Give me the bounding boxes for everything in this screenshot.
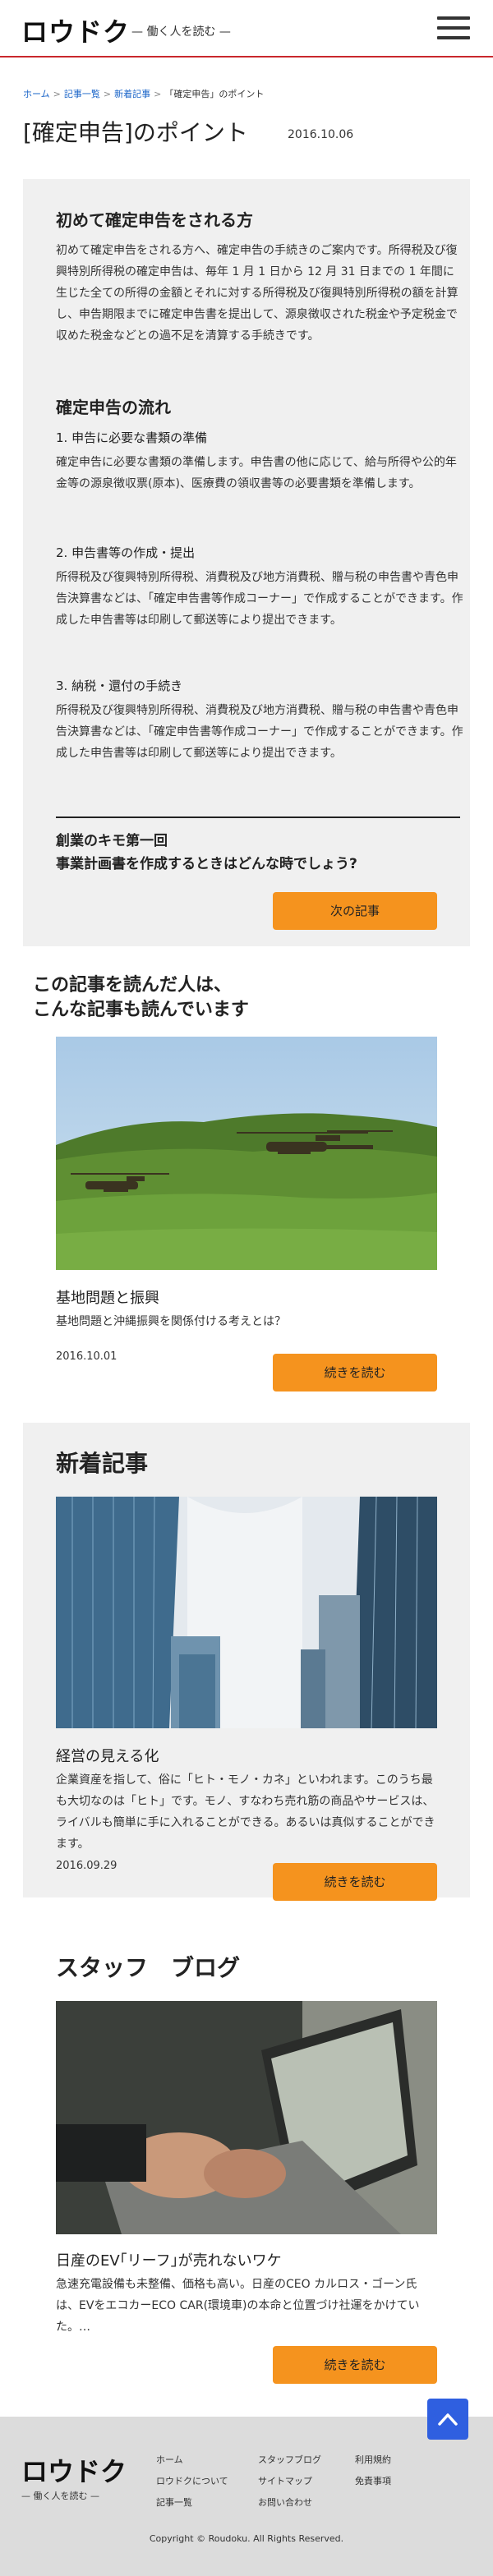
breadcrumb-article-list[interactable]: 記事一覧 xyxy=(64,89,100,99)
back-to-top-button[interactable] xyxy=(427,2399,468,2440)
related-heading-line2: こんな記事も読んでいます xyxy=(33,1000,249,1020)
intro-text: 初めて確定申告をされる方へ、確定申告の手続きのご案内です。所得税及び復興特別所得… xyxy=(56,244,458,343)
step-1-text: 確定申告に必要な書類の準備します。申告書の他に応じて、給与所得や公的年金等の源泉… xyxy=(56,456,457,490)
staff-blog-text: 急速充電設備も未整備、価格も高い。日産のCEO カルロス・ゴーン氏は、EVをエコ… xyxy=(56,2278,420,2334)
footer-logo[interactable]: ロウドク xyxy=(21,2451,127,2489)
footer-tagline: — 働く人を読む — xyxy=(21,2491,99,2501)
next-article-series[interactable]: 創業のキモ第一回 xyxy=(56,830,168,853)
breadcrumb-separator: > xyxy=(103,89,112,99)
step-1-title: 1. 申告に必要な書類の準備 xyxy=(56,430,208,445)
related-article-title[interactable]: 基地問題と振興 xyxy=(56,1286,159,1308)
helicopter-photo xyxy=(56,1037,437,1270)
footer-link-disclaimer[interactable]: 免責事項 xyxy=(355,2474,391,2487)
staff-blog-title[interactable]: 日産のEV｢リーフ｣が売れないワケ xyxy=(56,2249,282,2270)
copyright: Copyright © Roudoku. All Rights Reserved… xyxy=(149,2533,344,2544)
site-footer: ロウドク — 働く人を読む — ホーム ロウドクについて 記事一覧 スタッフブロ… xyxy=(0,2417,493,2576)
site-tagline: — 働く人を読む — xyxy=(131,25,231,39)
article-date: 2016.10.06 xyxy=(288,128,354,141)
related-read-more-button[interactable]: 続きを読む xyxy=(273,1354,437,1392)
footer-link-about[interactable]: ロウドクについて xyxy=(156,2474,228,2487)
footer-link-sitemap[interactable]: サイトマップ xyxy=(258,2474,312,2487)
footer-link-contact[interactable]: お問い合わせ xyxy=(258,2496,312,2509)
breadcrumb-separator: > xyxy=(154,89,162,99)
step-2-title: 2. 申告書等の作成・提出 xyxy=(56,545,196,560)
staff-blog-read-more-button[interactable]: 続きを読む xyxy=(273,2346,437,2384)
divider xyxy=(56,816,460,818)
new-article-image[interactable] xyxy=(56,1497,437,1728)
footer-link-articles[interactable]: 記事一覧 xyxy=(156,2496,192,2509)
breadcrumb-home[interactable]: ホーム xyxy=(23,89,50,99)
page-title: [確定申告]のポイント xyxy=(23,119,248,146)
step-3-title: 3. 納税・還付の手続き xyxy=(56,678,183,693)
new-article-title[interactable]: 経営の見える化 xyxy=(56,1745,159,1766)
staff-blog-image[interactable] xyxy=(56,2001,437,2234)
related-article-date: 2016.10.01 xyxy=(56,1350,117,1363)
footer-link-home[interactable]: ホーム xyxy=(156,2453,183,2466)
breadcrumb-separator: > xyxy=(53,89,61,99)
related-article-text: 基地問題と沖縄振興を関係付ける考えとは？ xyxy=(56,1315,286,1328)
new-article-text: 企業資産を指して、俗に「ヒト・モノ・カネ」といわれます。このうち最も大切なのは「… xyxy=(56,1773,435,1851)
site-logo[interactable]: ロウドク xyxy=(21,12,130,49)
step-3-text: 所得税及び復興特別所得税、消費税及び地方消費税、贈与税の申告書や青色申告決算書な… xyxy=(56,704,463,760)
next-article-button[interactable]: 次の記事 xyxy=(273,892,437,930)
step-2-text: 所得税及び復興特別所得税、消費税及び地方消費税、贈与税の申告書や青色申告決算書な… xyxy=(56,571,463,627)
breadcrumb-new-articles[interactable]: 新着記事 xyxy=(114,89,150,99)
footer-link-staff-blog[interactable]: スタッフブログ xyxy=(258,2453,321,2466)
breadcrumb: ホーム > 記事一覧 > 新着記事 > 「確定申告」のポイント xyxy=(23,87,264,100)
menu-icon[interactable] xyxy=(437,16,470,39)
article-body: 初めて確定申告をされる方 初めて確定申告をされる方へ、確定申告の手続きのご案内で… xyxy=(23,179,470,946)
staff-blog-heading: スタッフ ブログ xyxy=(56,1954,241,1981)
footer-link-terms[interactable]: 利用規約 xyxy=(355,2453,391,2466)
site-header: ロウドク — 働く人を読む — xyxy=(0,0,493,58)
breadcrumb-current: 「確定申告」のポイント xyxy=(164,89,265,99)
intro-heading: 初めて確定申告をされる方 xyxy=(56,210,253,230)
laptop-photo xyxy=(56,2001,437,2234)
arrow-up-icon xyxy=(438,2413,458,2426)
new-article-read-more-button[interactable]: 続きを読む xyxy=(273,1863,437,1901)
next-article-title[interactable]: 事業計画書を作成するときはどんな時でしょう? xyxy=(56,853,357,876)
related-article-image[interactable] xyxy=(56,1037,437,1270)
buildings-photo xyxy=(56,1497,437,1728)
flow-heading: 確定申告の流れ xyxy=(56,398,171,417)
new-article-date: 2016.09.29 xyxy=(56,1860,117,1872)
new-articles-heading: 新着記事 xyxy=(56,1450,149,1477)
related-heading-line1: この記事を読んだ人は、 xyxy=(33,975,233,996)
